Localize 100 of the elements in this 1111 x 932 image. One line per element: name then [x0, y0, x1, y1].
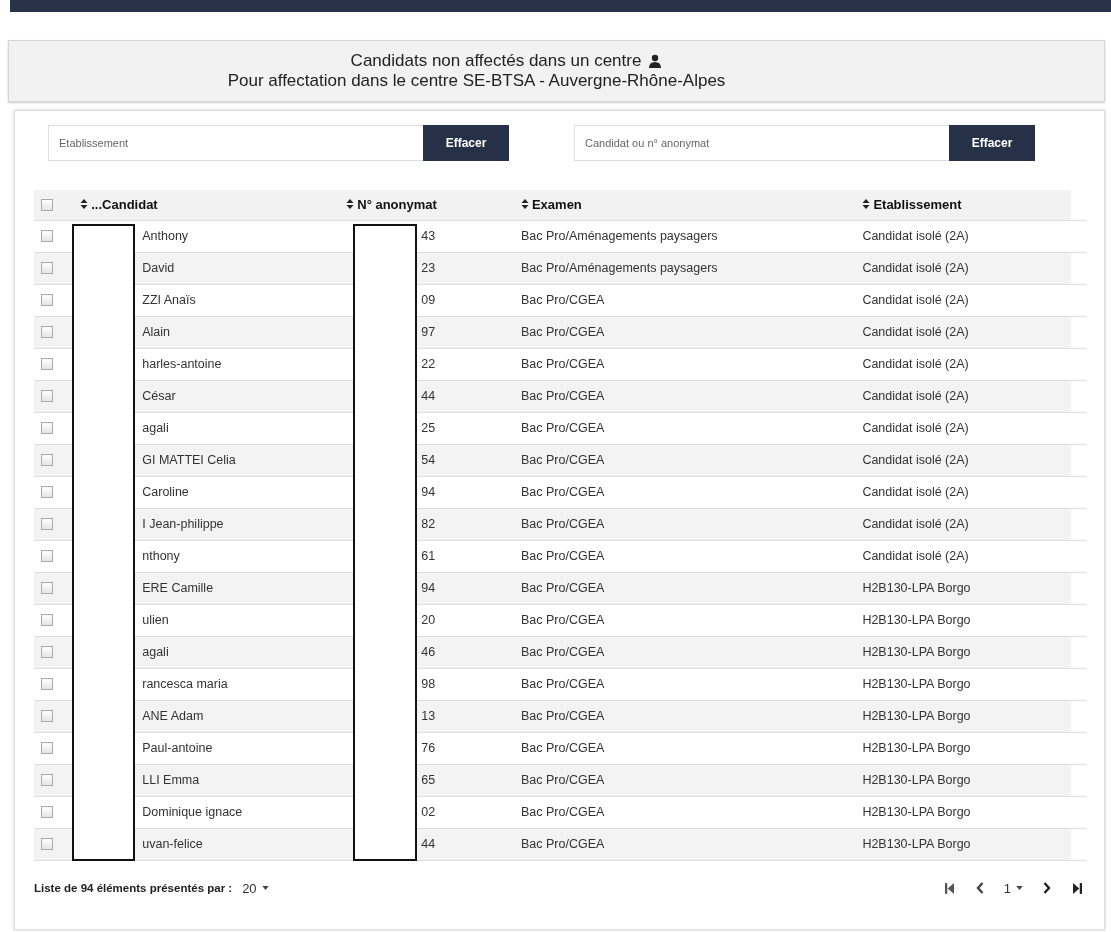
sort-icon: [862, 198, 871, 210]
checkbox[interactable]: [41, 198, 53, 211]
checkbox[interactable]: [41, 518, 53, 530]
item-count: Liste de 94 éléments présentés par :: [34, 882, 233, 894]
last-page-button[interactable]: [1073, 882, 1082, 894]
filter-field[interactable]: Candidat ou n° anonymat: [574, 125, 949, 161]
table-cell: H2B130-LPA Borgo: [862, 677, 971, 691]
table-cell: ANE Adam: [142, 709, 204, 723]
table-cell: Bac Pro/CGEA: [520, 709, 605, 723]
table-cell: 61: [421, 549, 436, 563]
table-cell: Bac Pro/CGEA: [520, 773, 605, 787]
table-cell: Bac Pro/CGEA: [520, 325, 605, 339]
table-cell: Candidat isolé (2A): [862, 453, 969, 467]
table-cell: 76: [421, 741, 436, 755]
table-cell: H2B130-LPA Borgo: [862, 581, 971, 595]
table-cell: 23: [421, 261, 436, 275]
column-header[interactable]: ...Candidat: [80, 196, 158, 212]
table-cell: Candidat isolé (2A): [862, 389, 969, 403]
checkbox[interactable]: [41, 838, 53, 850]
table-cell: Bac Pro/CGEA: [520, 741, 605, 755]
table-cell: 94: [421, 485, 436, 499]
table-cell: César: [142, 389, 176, 403]
checkbox[interactable]: [41, 806, 53, 818]
table-cell: Candidat isolé (2A): [862, 261, 969, 275]
checkbox[interactable]: [41, 230, 53, 242]
table-cell: GI MATTEI Celia: [142, 453, 236, 467]
table-cell: LLI Emma: [142, 773, 200, 787]
table-cell: Bac Pro/CGEA: [520, 805, 605, 819]
checkbox[interactable]: [41, 550, 53, 562]
table-cell: H2B130-LPA Borgo: [862, 613, 971, 627]
checkbox[interactable]: [41, 422, 53, 434]
table-cell: Alain: [142, 325, 171, 339]
sort-icon: [80, 198, 89, 210]
table-cell: ZZI Anaïs: [142, 293, 196, 307]
table-cell: Candidat isolé (2A): [862, 421, 969, 435]
table-cell: ulien: [142, 613, 169, 627]
sort-icon: [520, 198, 529, 210]
first-page-button[interactable]: [944, 882, 954, 894]
column-header[interactable]: Examen: [520, 196, 582, 212]
table-cell: Bac Pro/CGEA: [520, 357, 605, 371]
table-cell: 46: [421, 645, 436, 659]
clear-button[interactable]: Effacer: [949, 125, 1035, 161]
table-cell: 22: [421, 357, 436, 371]
checkbox[interactable]: [41, 390, 53, 402]
table-cell: Bac Pro/CGEA: [520, 421, 605, 435]
caret-icon: [261, 886, 269, 890]
table-cell: Bac Pro/CGEA: [520, 613, 605, 627]
page-subtitle: Pour affectation dans le centre SE-BTSA - Auvergne-Rhône-Alpes: [227, 71, 726, 91]
person-icon: [648, 54, 663, 68]
table-cell: 02: [421, 805, 436, 819]
table-cell: Bac Pro/CGEA: [520, 677, 605, 691]
table-cell: Bac Pro/CGEA: [520, 581, 605, 595]
table-cell: 20: [421, 613, 436, 627]
table-cell: H2B130-LPA Borgo: [862, 709, 971, 723]
column-header[interactable]: N° anonymat: [346, 196, 437, 212]
table-cell: 94: [421, 581, 436, 595]
checkbox[interactable]: [41, 454, 53, 466]
table-cell: 09: [421, 293, 436, 307]
checkbox[interactable]: [41, 582, 53, 594]
table-cell: H2B130-LPA Borgo: [862, 645, 971, 659]
table-cell: harles-antoine: [142, 357, 222, 371]
table-cell: Bac Pro/CGEA: [520, 453, 605, 467]
checkbox[interactable]: [41, 742, 53, 754]
caret-icon: [1016, 886, 1023, 890]
table-cell: 82: [421, 517, 436, 531]
checkbox[interactable]: [41, 294, 53, 306]
checkbox[interactable]: [41, 262, 53, 274]
filter-field[interactable]: Etablissement: [48, 125, 423, 161]
next-page-button[interactable]: [1043, 882, 1051, 894]
page-size-dropdown[interactable]: 20: [242, 880, 269, 896]
clear-button[interactable]: Effacer: [423, 125, 509, 161]
table-cell: 44: [421, 389, 436, 403]
table-cell: 65: [421, 773, 436, 787]
column-header[interactable]: Etablissement: [862, 196, 962, 212]
checkbox[interactable]: [41, 710, 53, 722]
table-cell: Bac Pro/CGEA: [520, 389, 605, 403]
previous-page-button[interactable]: [975, 882, 984, 894]
page-dropdown[interactable]: 1: [1003, 880, 1023, 896]
checkbox[interactable]: [41, 486, 53, 498]
table-cell: 98: [421, 677, 436, 691]
table-cell: Bac Pro/Aménagements paysagers: [520, 261, 718, 275]
checkbox[interactable]: [41, 646, 53, 658]
table-cell: Candidat isolé (2A): [862, 485, 969, 499]
checkbox[interactable]: [41, 774, 53, 786]
checkbox[interactable]: [41, 326, 53, 338]
table-cell: Candidat isolé (2A): [862, 357, 969, 371]
table-cell: Bac Pro/Aménagements paysagers: [520, 229, 718, 243]
table-cell: Candidat isolé (2A): [862, 229, 969, 243]
checkbox[interactable]: [41, 614, 53, 626]
checkbox[interactable]: [41, 678, 53, 690]
checkbox[interactable]: [41, 358, 53, 370]
table-cell: Candidat isolé (2A): [862, 293, 969, 307]
table-cell: Bac Pro/CGEA: [520, 645, 605, 659]
table-cell: Anthony: [142, 229, 189, 243]
sort-icon: [346, 198, 355, 210]
table-cell: rancesca maria: [142, 677, 228, 691]
table-cell: Bac Pro/CGEA: [520, 517, 605, 531]
page-title: Candidats non affectés dans un centre: [350, 51, 642, 71]
table-cell: 54: [421, 453, 436, 467]
table-cell: Bac Pro/CGEA: [520, 293, 605, 307]
